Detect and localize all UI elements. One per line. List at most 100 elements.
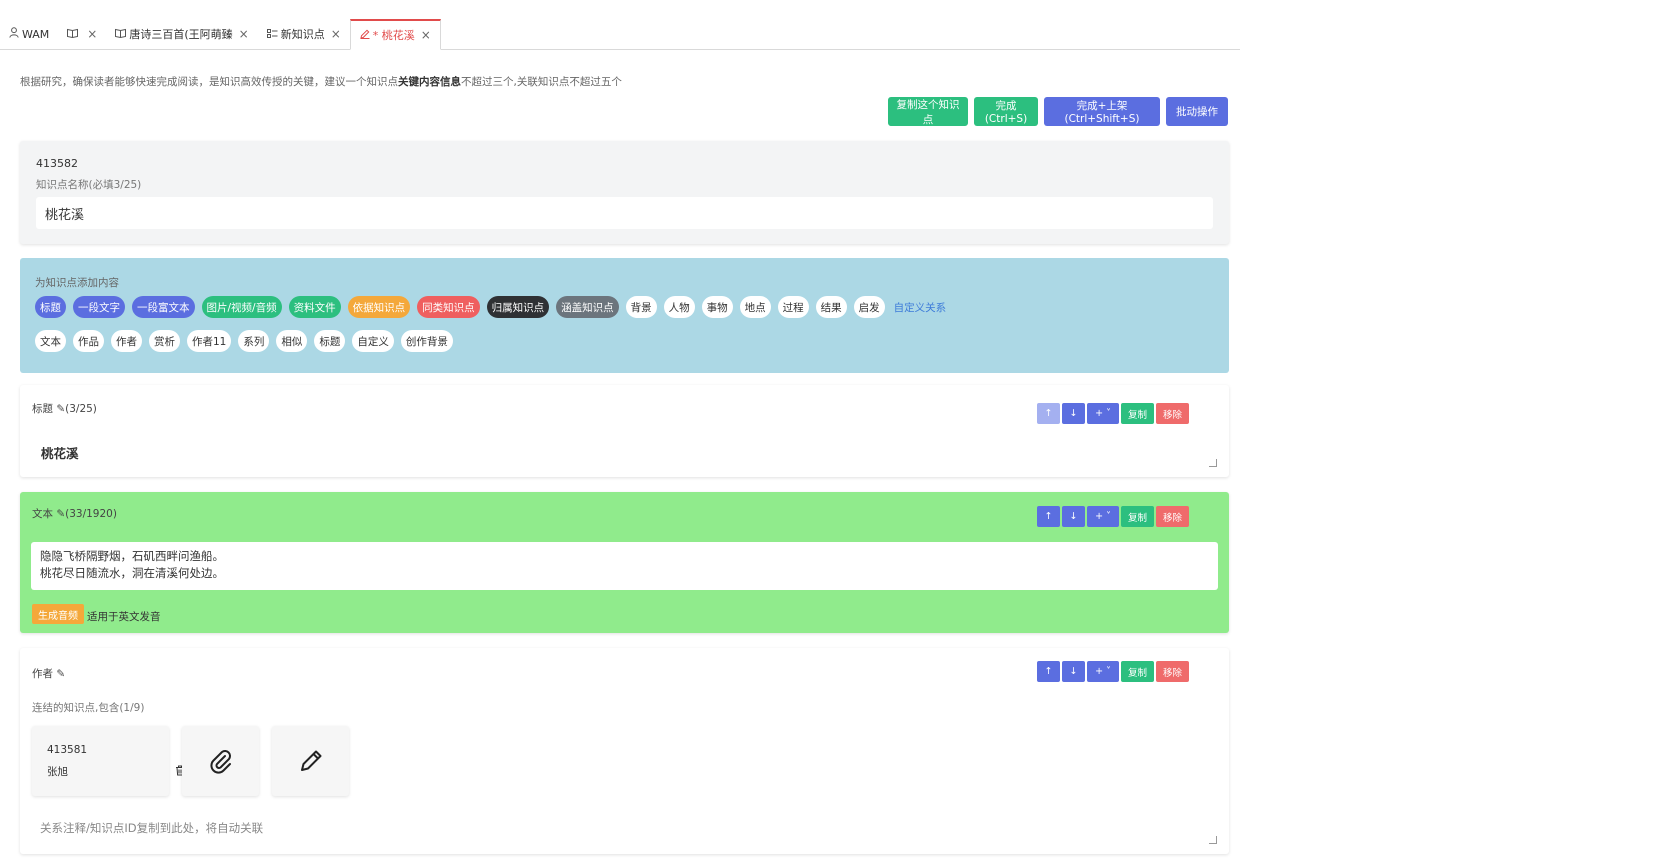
add-chip-14[interactable]: 结果	[815, 296, 847, 318]
edit-icon	[360, 29, 370, 42]
copy-section-button[interactable]: 复制	[1121, 506, 1154, 527]
add-chip-10[interactable]: 人物	[663, 296, 695, 318]
add-chip-8[interactable]: 涵盖知识点	[556, 296, 619, 318]
section-toolbar: ↑ ↓ + ˅ 复制 移除	[1037, 506, 1189, 527]
linked-knowledge-name: 张旭	[47, 766, 68, 778]
add-content-panel: 为知识点添加内容 标题 一段文字 一段富文本 图片/视频/音频 资料文件 依据知识点 同类知…	[20, 258, 1229, 373]
title-section-label: 标题 ✎(3/25)	[32, 403, 97, 415]
knowledge-name-input[interactable]: 桃花溪	[36, 197, 1213, 229]
add-below-button[interactable]: + ˅	[1087, 403, 1119, 424]
tab-peach-blossom[interactable]: * 桃花溪 ×	[349, 19, 441, 50]
tab-bar: WAM × 唐诗三百首(王阿萌臻 × 新知识点 × * 桃花溪 ×	[0, 19, 1240, 50]
close-icon[interactable]: ×	[421, 28, 431, 42]
relation-chip-3[interactable]: 赏析	[149, 330, 180, 352]
attach-link-card[interactable]	[182, 726, 259, 796]
copy-knowledge-button[interactable]: 复制这个知识点	[888, 97, 968, 126]
notice-bold: 关键内容信息	[398, 76, 461, 88]
audio-note: 适用于英文发音	[87, 611, 161, 623]
add-chip-16[interactable]: 自定义关系	[892, 296, 949, 318]
relation-chip-4[interactable]: 作者11	[187, 330, 232, 352]
remove-section-button[interactable]: 移除	[1156, 403, 1189, 424]
content-type-row: 标题 一段文字 一段富文本 图片/视频/音频 资料文件 依据知识点 同类知识点 归属知识点 涵盖…	[35, 296, 948, 318]
section-toolbar: ↑ ↓ + ˅ 复制 移除	[1037, 403, 1189, 424]
notice-prefix: 根据研究，确保读者能够快速完成阅读，是知识高效传授的关键，建议一个知识点	[20, 76, 398, 88]
user-icon	[9, 27, 19, 41]
close-icon[interactable]: ×	[87, 27, 97, 41]
tab-tang-poems[interactable]: 唐诗三百首(王阿萌臻 ×	[106, 19, 257, 49]
pencil-icon	[301, 750, 322, 771]
add-chip-5[interactable]: 依据知识点	[347, 296, 411, 318]
close-icon[interactable]: ×	[239, 27, 249, 41]
resize-handle-icon[interactable]	[1209, 459, 1217, 467]
author-section: 作者 ✎ ↑ ↓ + ˅ 复制 移除 连结的知识点,包含(1/9) 413581…	[20, 648, 1229, 854]
add-chip-1[interactable]: 一段文字	[73, 296, 125, 318]
book-icon	[115, 28, 127, 41]
move-up-button[interactable]: ↑	[1037, 661, 1060, 682]
knowledge-editor-app: WAM × 唐诗三百首(王阿萌臻 × 新知识点 × * 桃花溪 × 根据研究，确…	[0, 0, 1680, 863]
linked-knowledge-id: 413581	[47, 744, 88, 756]
relation-chip-5[interactable]: 系列	[238, 330, 270, 352]
relation-chip-9[interactable]: 创作背景	[400, 330, 453, 352]
add-chip-13[interactable]: 过程	[777, 296, 809, 318]
relation-input[interactable]: 关系注释/知识点ID复制到此处，将自动关联	[40, 820, 263, 836]
remove-section-button[interactable]: 移除	[1156, 506, 1189, 527]
create-link-card[interactable]	[272, 726, 349, 796]
add-below-button[interactable]: + ˅	[1087, 661, 1119, 682]
batch-operation-button[interactable]: 批动操作	[1166, 97, 1228, 126]
move-down-button[interactable]: ↓	[1062, 661, 1085, 682]
tab-label: 唐诗三百首(王阿萌臻	[129, 28, 233, 41]
add-chip-3[interactable]: 图片/视频/音频	[201, 296, 282, 318]
add-chip-0[interactable]: 标题	[35, 296, 66, 318]
tab-label: WAM	[22, 27, 50, 41]
add-chip-4[interactable]: 资料文件	[288, 296, 341, 318]
title-value[interactable]: 桃花溪	[41, 443, 79, 462]
paperclip-icon	[210, 750, 231, 774]
add-below-button[interactable]: + ˅	[1087, 506, 1119, 527]
linked-knowledge-label: 连结的知识点,包含(1/9)	[32, 702, 145, 714]
add-chip-7[interactable]: 归属知识点	[486, 296, 550, 318]
move-up-button[interactable]: ↑	[1037, 506, 1060, 527]
relation-chip-1[interactable]: 作品	[73, 330, 104, 352]
add-chip-9[interactable]: 背景	[625, 296, 657, 318]
relation-chip-2[interactable]: 作者	[111, 330, 142, 352]
relation-chip-6[interactable]: 相似	[276, 330, 308, 352]
relation-chip-8[interactable]: 自定义	[352, 330, 394, 352]
tab-book[interactable]: ×	[58, 19, 106, 49]
knowledge-id: 413582	[36, 157, 78, 170]
remove-section-button[interactable]: 移除	[1156, 661, 1189, 682]
top-actions: 复制这个知识点 完成(Ctrl+S) 完成+上架(Ctrl+Shift+S) 批…	[888, 97, 1228, 126]
relation-type-row: 文本 作品 作者 赏析 作者11 系列 相似 标题 自定义 创作背景	[35, 330, 453, 352]
generate-audio-button[interactable]: 生成音频	[32, 604, 84, 624]
list-icon	[266, 28, 278, 41]
section-toolbar: ↑ ↓ + ˅ 复制 移除	[1037, 661, 1189, 682]
author-section-label: 作者 ✎	[32, 668, 66, 680]
tab-label: 新知识点	[280, 28, 325, 41]
add-chip-11[interactable]: 事物	[701, 296, 733, 318]
text-line: 桃花尽日随流水，洞在清溪何处边。	[40, 566, 224, 580]
move-down-button[interactable]: ↓	[1062, 506, 1085, 527]
copy-section-button[interactable]: 复制	[1121, 403, 1154, 424]
move-down-button[interactable]: ↓	[1062, 403, 1085, 424]
title-section: 标题 ✎(3/25) ↑ ↓ + ˅ 复制 移除 桃花溪	[20, 385, 1229, 477]
complete-button[interactable]: 完成(Ctrl+S)	[974, 97, 1038, 126]
text-line: 隐隐飞桥隔野烟，石矶西畔问渔船。	[40, 549, 224, 563]
tab-new-knowledge[interactable]: 新知识点 ×	[258, 19, 350, 49]
book-icon	[67, 28, 79, 41]
add-chip-2[interactable]: 一段富文本	[132, 296, 195, 318]
add-chip-15[interactable]: 启发	[853, 296, 885, 318]
text-section: 文本 ✎(33/1920) ↑ ↓ + ˅ 复制 移除 隐隐飞桥隔野烟，石矶西畔…	[20, 492, 1229, 633]
copy-section-button[interactable]: 复制	[1121, 661, 1154, 682]
relation-chip-7[interactable]: 标题	[314, 330, 346, 352]
move-up-button[interactable]: ↑	[1037, 403, 1060, 424]
resize-handle-icon[interactable]	[1209, 836, 1217, 844]
text-content-area[interactable]: 隐隐飞桥隔野烟，石矶西畔问渔船。 桃花尽日随流水，洞在清溪何处边。	[31, 542, 1218, 590]
relation-chip-0[interactable]: 文本	[35, 330, 66, 352]
knowledge-name-label: 知识点名称(必填3/25)	[36, 179, 142, 191]
complete-publish-button[interactable]: 完成+上架(Ctrl+Shift+S)	[1044, 97, 1160, 126]
add-chip-12[interactable]: 地点	[739, 296, 771, 318]
linked-knowledge-card[interactable]: 413581 张旭	[32, 726, 184, 796]
close-icon[interactable]: ×	[331, 27, 341, 41]
tab-wam[interactable]: WAM	[0, 19, 58, 49]
text-section-label: 文本 ✎(33/1920)	[32, 508, 117, 520]
add-chip-6[interactable]: 同类知识点	[417, 296, 480, 318]
